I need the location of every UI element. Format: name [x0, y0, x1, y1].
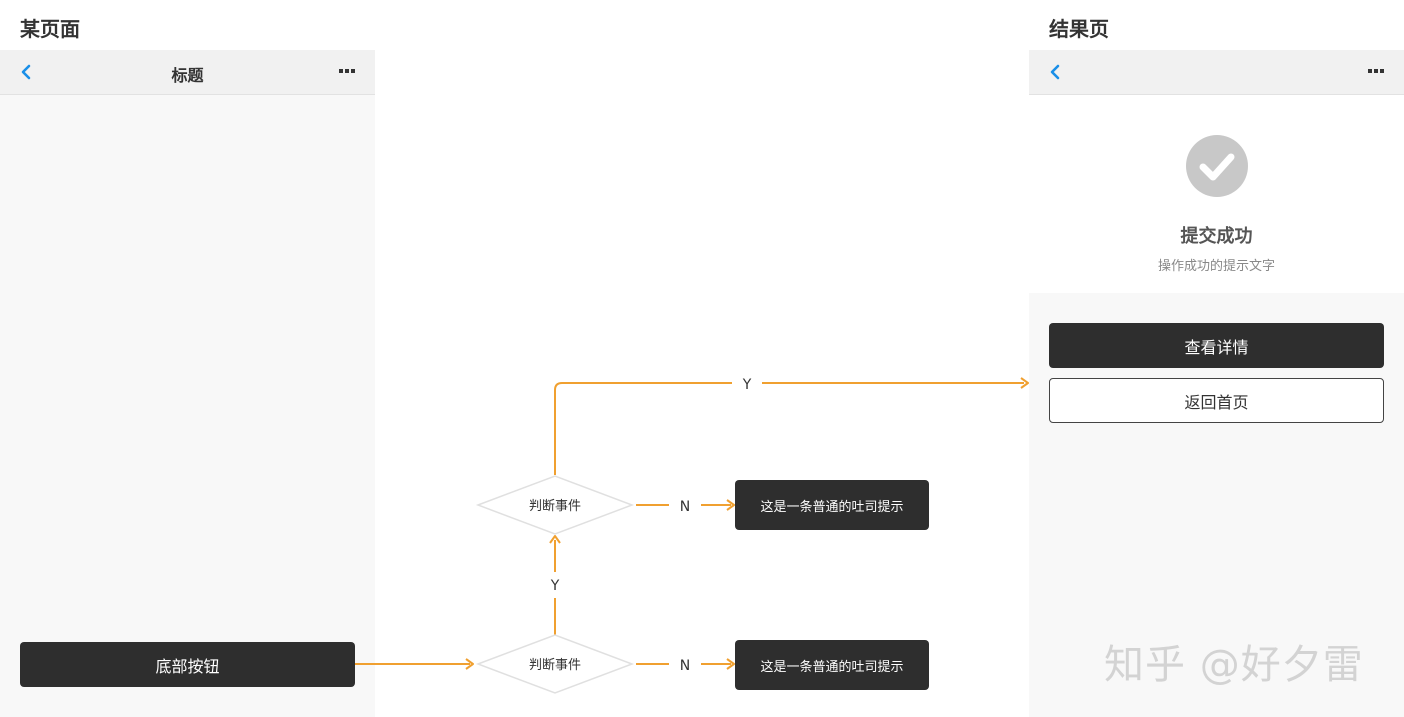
- flow-connector: [554, 382, 732, 475]
- watermark: 知乎 @好夕雷: [1104, 642, 1364, 688]
- toast-message: 这是一条普通的吐司提示: [735, 480, 929, 530]
- decision-label: 判断事件: [529, 499, 581, 514]
- no-label: N: [680, 499, 690, 515]
- no-label: N: [680, 658, 690, 674]
- flow-diagram: 判断事件 判断事件 N N Y Y: [355, 377, 1029, 694]
- decision-label: 判断事件: [529, 658, 581, 673]
- yes-label: Y: [550, 578, 560, 594]
- toast-message: 这是一条普通的吐司提示: [735, 640, 929, 690]
- yes-label: Y: [742, 377, 752, 393]
